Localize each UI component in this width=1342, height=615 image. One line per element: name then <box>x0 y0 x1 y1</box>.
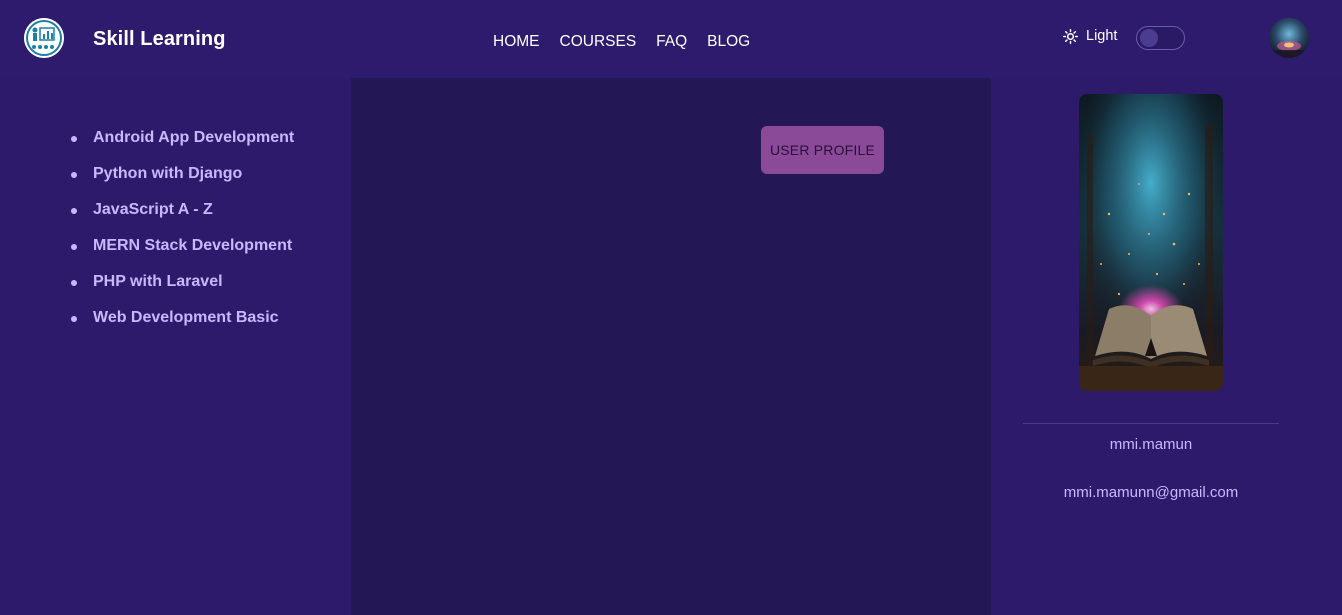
profile-username: mmi.mamun <box>1109 436 1193 453</box>
course-link-php[interactable]: PHP with Laravel <box>70 272 294 308</box>
user-profile-button[interactable]: USER PROFILE <box>761 126 884 174</box>
course-link-web-basic[interactable]: Web Development Basic <box>70 308 294 344</box>
profile-panel: mmi.mamun mmi.mamunn@gmail.com <box>991 78 1342 615</box>
profile-divider <box>1023 423 1279 424</box>
course-list: Android App Development Python with Djan… <box>70 128 294 344</box>
brand-title[interactable]: Skill Learning <box>93 28 226 51</box>
user-avatar[interactable] <box>1269 18 1309 58</box>
course-link-python[interactable]: Python with Django <box>70 164 294 200</box>
main-content: USER PROFILE <box>351 78 991 615</box>
sun-icon <box>1063 28 1078 44</box>
toggle-knob <box>1140 29 1158 47</box>
theme-toggle[interactable] <box>1136 26 1185 50</box>
nav-blog-link[interactable]: BLOG <box>707 33 750 51</box>
nav-courses-link[interactable]: COURSES <box>560 33 637 51</box>
logo-icon[interactable] <box>24 18 64 58</box>
book-image <box>1079 94 1223 391</box>
theme-indicator: Light <box>1063 28 1117 44</box>
profile-email: mmi.mamunn@gmail.com <box>1063 484 1239 501</box>
nav-home-link[interactable]: HOME <box>493 33 540 51</box>
course-sidebar: Android App Development Python with Djan… <box>0 78 351 615</box>
theme-label: Light <box>1086 28 1118 44</box>
course-link-android[interactable]: Android App Development <box>70 128 294 164</box>
navbar: Skill Learning HOME COURSES FAQ BLOG Lig… <box>0 0 1342 78</box>
course-link-javascript[interactable]: JavaScript A - Z <box>70 200 294 236</box>
nav-faq-link[interactable]: FAQ <box>656 33 687 51</box>
main-nav: HOME COURSES FAQ BLOG <box>493 33 750 51</box>
course-link-mern[interactable]: MERN Stack Development <box>70 236 294 272</box>
